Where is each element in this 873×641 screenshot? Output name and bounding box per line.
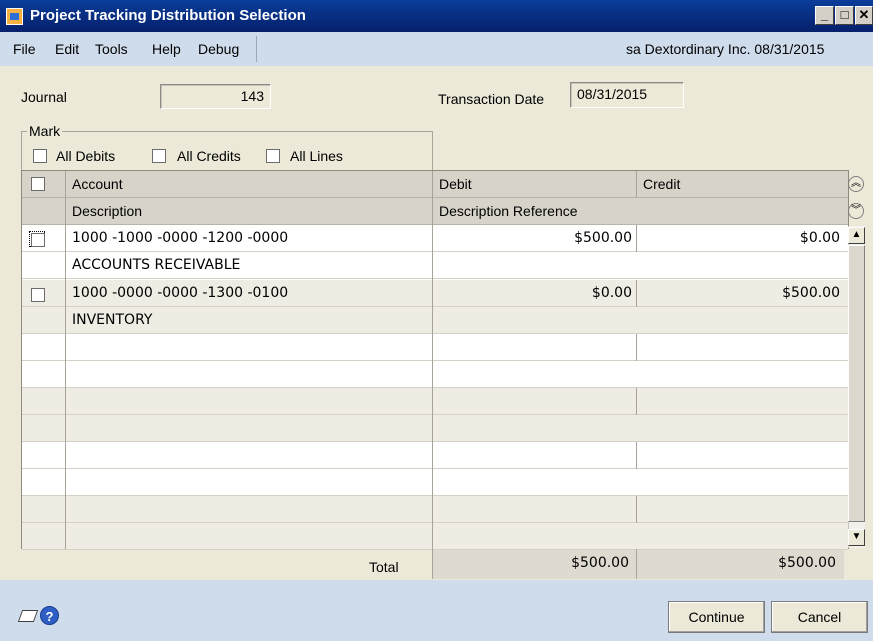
- mark-group-title: Mark: [27, 123, 63, 139]
- all-lines-label: All Lines: [290, 148, 343, 164]
- app-icon: [6, 8, 23, 25]
- menu-bar: File Edit Tools Help Debug sa Dextordina…: [0, 32, 873, 66]
- help-icon[interactable]: ?: [40, 606, 59, 625]
- cancel-button[interactable]: Cancel: [771, 601, 868, 633]
- scroll-up-arrow-icon[interactable]: ▲: [848, 227, 865, 244]
- table-row[interactable]: [22, 496, 848, 523]
- all-debits-checkbox[interactable]: [33, 149, 47, 163]
- col-divider: [636, 442, 637, 469]
- total-label: Total: [369, 559, 399, 575]
- menu-tools[interactable]: Tools: [95, 41, 128, 57]
- all-debits-label: All Debits: [56, 148, 116, 164]
- total-credit: $500.00: [778, 555, 836, 571]
- row-1-debit[interactable]: $500.00: [433, 225, 636, 252]
- window-title: Project Tracking Distribution Selection: [30, 7, 306, 24]
- all-lines-checkbox[interactable]: [266, 149, 280, 163]
- table-row[interactable]: [22, 442, 848, 469]
- table-row[interactable]: [22, 361, 848, 388]
- menu-debug[interactable]: Debug: [198, 41, 239, 57]
- row-1-mark-checkbox[interactable]: [31, 233, 45, 247]
- minimize-button[interactable]: _: [815, 6, 834, 25]
- all-credits-checkbox[interactable]: [152, 149, 166, 163]
- menu-edit[interactable]: Edit: [55, 41, 79, 57]
- header-description[interactable]: Description: [66, 198, 142, 224]
- col-divider: [636, 388, 637, 415]
- row-2-account[interactable]: 1000 -0000 -0000 -1300 -0100: [72, 280, 288, 307]
- col-divider: [636, 496, 637, 523]
- note-icon[interactable]: [17, 610, 39, 622]
- row-2-mark-checkbox[interactable]: [31, 288, 45, 302]
- total-debit: $500.00: [571, 555, 629, 571]
- col-divider: [636, 171, 637, 198]
- bottom-bar: ? Continue Cancel: [0, 580, 873, 641]
- continue-button[interactable]: Continue: [668, 601, 765, 633]
- journal-field[interactable]: 143: [160, 84, 271, 109]
- user-company-date: sa Dextordinary Inc. 08/31/2015: [626, 41, 825, 57]
- collapse-rows-icon[interactable]: ︽: [848, 176, 864, 192]
- expand-rows-icon[interactable]: ︾: [848, 203, 864, 219]
- header-credit[interactable]: Credit: [637, 171, 680, 197]
- menu-file[interactable]: File: [13, 41, 36, 57]
- table-row[interactable]: [22, 523, 848, 550]
- row-2-description[interactable]: INVENTORY: [72, 307, 152, 334]
- journal-label: Journal: [21, 89, 67, 105]
- scrollbar-thumb[interactable]: [848, 245, 865, 522]
- table-row[interactable]: [22, 415, 848, 442]
- table-row[interactable]: [22, 469, 848, 496]
- header-description-reference[interactable]: Description Reference: [433, 198, 578, 224]
- select-all-checkbox[interactable]: [31, 177, 45, 191]
- transaction-date-field[interactable]: 08/31/2015: [570, 82, 684, 108]
- transaction-date-label: Transaction Date: [438, 91, 545, 107]
- table-row[interactable]: [22, 388, 848, 415]
- menu-divider: [256, 36, 257, 62]
- row-2-debit[interactable]: $0.00: [433, 280, 636, 307]
- row-1-description[interactable]: ACCOUNTS RECEIVABLE: [72, 252, 240, 279]
- all-credits-label: All Credits: [177, 148, 241, 164]
- row-2-credit[interactable]: $500.00: [637, 280, 844, 307]
- maximize-button[interactable]: □: [835, 6, 854, 25]
- row-1-account[interactable]: 1000 -1000 -0000 -1200 -0000: [72, 225, 288, 252]
- col-divider: [65, 171, 66, 549]
- col-divider: [636, 334, 637, 361]
- close-button[interactable]: ✕: [855, 6, 873, 25]
- header-account[interactable]: Account: [66, 171, 123, 197]
- menu-help[interactable]: Help: [152, 41, 181, 57]
- row-1-credit[interactable]: $0.00: [637, 225, 844, 252]
- table-row[interactable]: [22, 334, 848, 361]
- header-debit[interactable]: Debit: [433, 171, 472, 197]
- title-bar: Project Tracking Distribution Selection …: [0, 0, 873, 32]
- scroll-down-arrow-icon[interactable]: ▼: [848, 529, 865, 546]
